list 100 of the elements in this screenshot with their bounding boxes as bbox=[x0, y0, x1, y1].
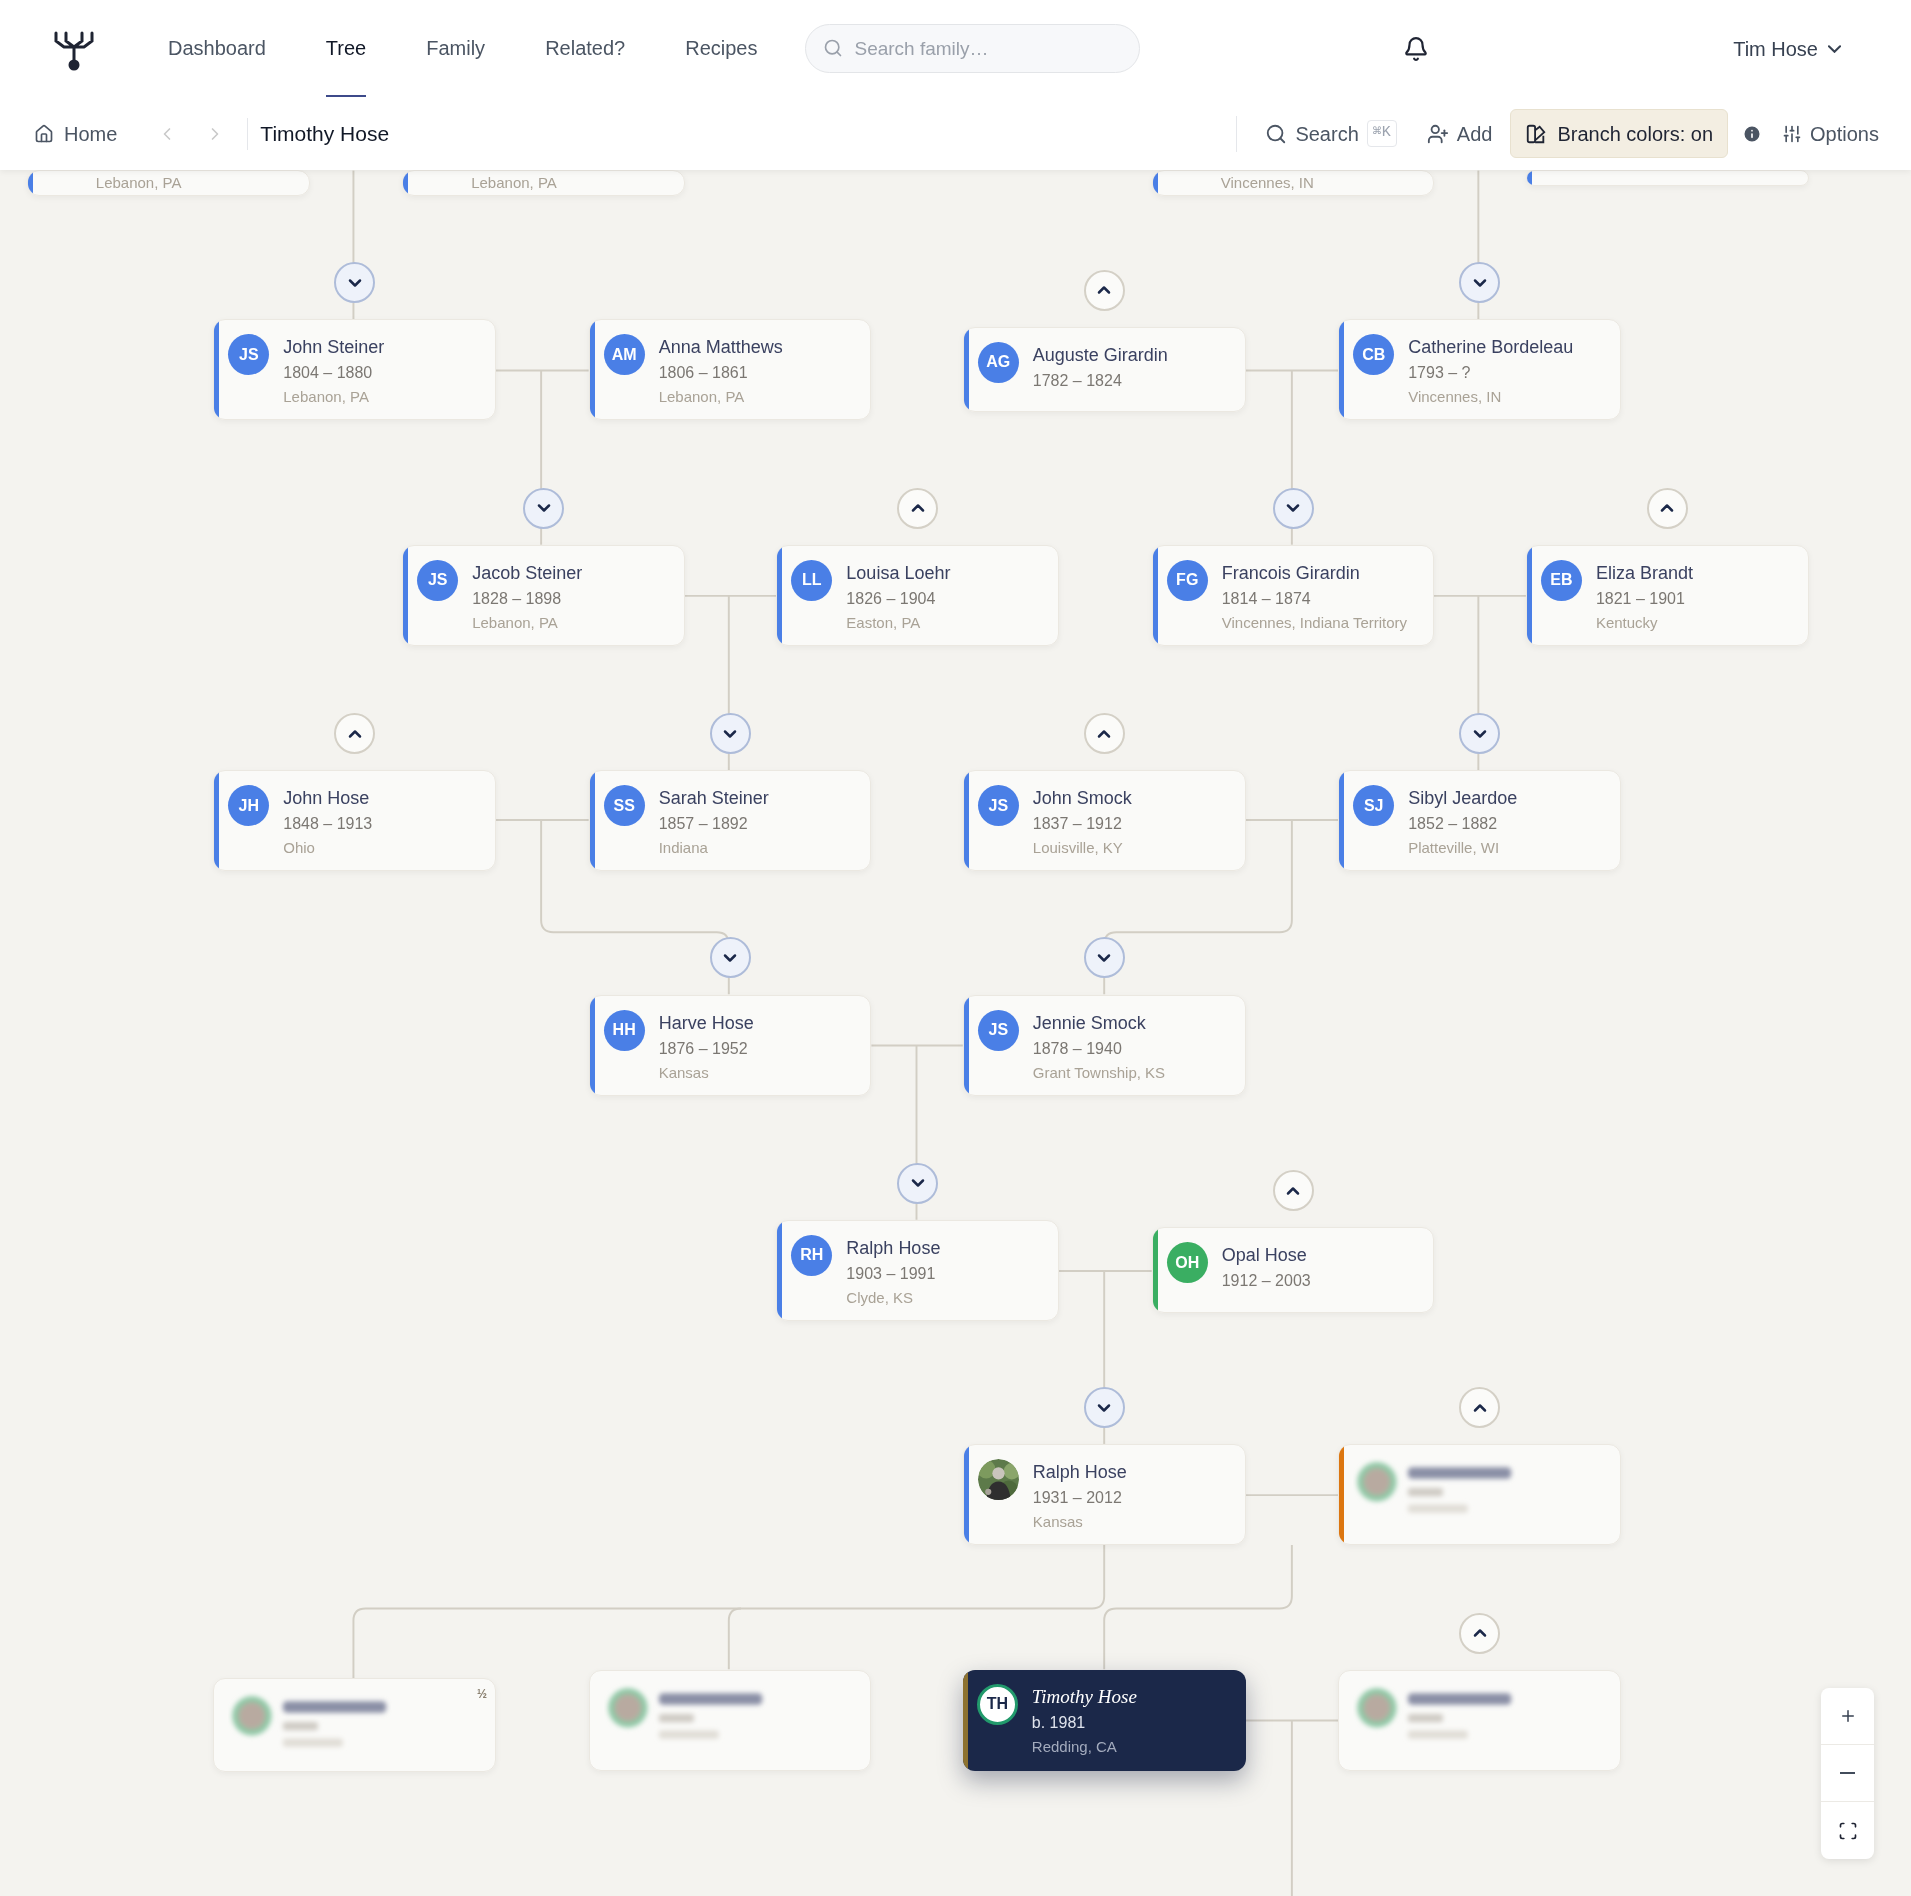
parents-toggle-button[interactable] bbox=[1083, 269, 1125, 311]
person-card[interactable]: HH Harve Hose 1876 – 1952 Kansas bbox=[588, 994, 872, 1096]
avatar: JS bbox=[228, 334, 270, 376]
parents-toggle-button[interactable] bbox=[1083, 1387, 1125, 1429]
avatar: HH bbox=[603, 1009, 645, 1051]
person-name: Sibyl Jeardoe bbox=[1408, 787, 1518, 811]
life-dates: 1826 – 1904 bbox=[846, 588, 937, 609]
person-card[interactable]: CB Catherine Bordeleau 1793 – ? Vincennes, IN bbox=[1338, 319, 1621, 421]
person-card[interactable]: JS John Steiner 1804 – 1880 Lebanon, PA bbox=[213, 319, 497, 421]
life-dates: 1903 – 1991 bbox=[846, 1263, 937, 1284]
person-card[interactable]: RH Ralph Hose 1903 – 1991 Clyde, KS bbox=[776, 1219, 1060, 1322]
user-plus-icon bbox=[1426, 122, 1449, 145]
search-icon bbox=[823, 38, 844, 58]
nav-tab[interactable]: Recipes bbox=[685, 0, 758, 97]
minus-icon bbox=[1840, 1772, 1855, 1774]
life-dates: 1848 – 1913 bbox=[283, 814, 373, 835]
avatar: LL bbox=[791, 559, 833, 601]
search-field[interactable]: Search family… bbox=[805, 24, 1141, 73]
avatar: TH bbox=[976, 1683, 1018, 1725]
birth-place: Louisville, KY bbox=[1032, 838, 1124, 859]
blurred-person-card[interactable] bbox=[1338, 1444, 1621, 1546]
nav-tab[interactable]: Family bbox=[426, 0, 486, 97]
person-name: Auguste Girardin bbox=[1032, 343, 1168, 367]
nav-tab[interactable]: Dashboard bbox=[168, 0, 266, 97]
birth-place: Vincennes, IN bbox=[1220, 173, 1314, 194]
life-dates: 1931 – 2012 bbox=[1032, 1488, 1123, 1509]
birth-place: Vincennes, IN bbox=[1408, 387, 1503, 408]
person-card[interactable]: JS Jacob Steiner 1828 – 1898 Lebanon, PA bbox=[402, 544, 685, 646]
birth-place: Kentucky bbox=[1595, 612, 1659, 633]
person-name: Eliza Brandt bbox=[1595, 561, 1693, 585]
life-dates: 1806 – 1861 bbox=[658, 363, 749, 384]
birth-place: Grant Township, KS bbox=[1032, 1062, 1166, 1083]
life-dates: 1804 – 1880 bbox=[283, 363, 374, 384]
half-relation-label: ½ bbox=[477, 1686, 488, 1704]
parents-toggle-button[interactable] bbox=[1459, 262, 1501, 304]
person-card[interactable]: Ralph Hose 1931 – 2012 Kansas bbox=[962, 1444, 1246, 1546]
person-card[interactable]: FG Francois Girardin 1814 – 1874 Vincennes, Indiana Territory bbox=[1151, 544, 1435, 646]
search-button[interactable]: Search bbox=[1265, 118, 1359, 149]
life-dates: b. 1981 bbox=[1031, 1712, 1087, 1733]
parents-toggle-button[interactable] bbox=[1083, 713, 1125, 755]
birth-place: Easton, PA bbox=[846, 612, 922, 633]
home-link[interactable]: Home bbox=[34, 118, 118, 149]
parents-toggle-button[interactable] bbox=[334, 262, 376, 304]
person-card[interactable]: SJ Sibyl Jeardoe 1852 – 1882 Platteville, WI bbox=[1338, 770, 1621, 872]
avatar: JS bbox=[977, 1009, 1019, 1051]
life-dates: 1878 – 1940 bbox=[1032, 1038, 1123, 1059]
nav-tab[interactable]: Tree bbox=[325, 0, 367, 97]
user-menu[interactable]: Tim Hose bbox=[1733, 33, 1841, 64]
person-card[interactable]: SS Sarah Steiner 1857 – 1892 Indiana bbox=[588, 770, 872, 872]
person-card[interactable]: JS Jennie Smock 1878 – 1940 Grant Township, KS bbox=[962, 994, 1246, 1096]
selected-person-card[interactable]: TH Timothy Hose b. 1981 Redding, CA bbox=[962, 1669, 1246, 1771]
person-card[interactable]: JH John Hose 1848 – 1913 Ohio bbox=[213, 770, 497, 872]
person-card[interactable]: EB Eliza Brandt 1821 – 1901 Kentucky bbox=[1525, 544, 1809, 646]
birth-place: Kansas bbox=[658, 1062, 710, 1083]
parents-toggle-button[interactable] bbox=[1646, 487, 1688, 529]
birth-place: Ohio bbox=[283, 838, 316, 859]
notification-bell-icon[interactable] bbox=[1403, 35, 1430, 62]
life-dates: 1857 – 1892 bbox=[658, 814, 749, 835]
branch-colors-toggle[interactable]: Branch colors: on bbox=[1510, 109, 1729, 158]
parents-toggle-button[interactable] bbox=[709, 937, 751, 979]
person-name: Opal Hose bbox=[1221, 1244, 1308, 1268]
person-name: Timothy Hose bbox=[1031, 1684, 1137, 1709]
birth-place: Lebanon, PA bbox=[658, 387, 746, 408]
avatar: JS bbox=[417, 559, 459, 601]
parents-toggle-button[interactable] bbox=[1272, 487, 1314, 529]
life-dates: 1828 – 1898 bbox=[472, 588, 563, 609]
parents-toggle-button[interactable] bbox=[1083, 937, 1125, 979]
person-name: Catherine Bordeleau bbox=[1408, 336, 1574, 360]
person-name: John Smock bbox=[1032, 787, 1132, 811]
parents-toggle-button[interactable] bbox=[897, 487, 939, 529]
parents-toggle-button[interactable] bbox=[709, 713, 751, 755]
person-card[interactable]: AG Auguste Girardin 1782 – 1824 bbox=[962, 326, 1246, 412]
person-card[interactable]: OH Opal Hose 1912 – 2003 bbox=[1151, 1227, 1435, 1313]
life-dates: 1837 – 1912 bbox=[1032, 814, 1123, 835]
parents-toggle-button[interactable] bbox=[523, 487, 565, 529]
parents-toggle-button[interactable] bbox=[1459, 1612, 1501, 1654]
parents-toggle-button[interactable] bbox=[897, 1162, 939, 1204]
person-name: Anna Matthews bbox=[658, 336, 783, 360]
add-person-button[interactable]: Add bbox=[1426, 118, 1493, 149]
birth-place: Indiana bbox=[658, 838, 709, 859]
blurred-person-card[interactable]: ½ bbox=[213, 1678, 497, 1773]
avatar: CB bbox=[1353, 334, 1395, 376]
person-card[interactable]: LL Louisa Loehr 1826 – 1904 Easton, PA bbox=[776, 544, 1060, 646]
parents-toggle-button[interactable] bbox=[1272, 1170, 1314, 1212]
avatar: AM bbox=[603, 334, 645, 376]
parents-toggle-button[interactable] bbox=[1459, 713, 1501, 755]
person-name: Louisa Loehr bbox=[846, 561, 951, 585]
birth-place: Platteville, WI bbox=[1408, 838, 1501, 859]
parents-toggle-button[interactable] bbox=[334, 713, 376, 755]
parents-toggle-button[interactable] bbox=[1459, 1387, 1501, 1429]
avatar: EB bbox=[1540, 559, 1582, 601]
person-card[interactable]: JS John Smock 1837 – 1912 Louisville, KY bbox=[962, 770, 1246, 872]
avatar: JS bbox=[977, 785, 1019, 827]
avatar: JH bbox=[228, 785, 270, 827]
nav-tab[interactable]: Related? bbox=[545, 0, 626, 97]
avatar: OH bbox=[1166, 1242, 1208, 1284]
person-name: John Steiner bbox=[283, 336, 385, 360]
person-card[interactable]: AM Anna Matthews 1806 – 1861 Lebanon, PA bbox=[588, 319, 872, 421]
options-button[interactable]: Options bbox=[1782, 118, 1879, 149]
info-icon[interactable] bbox=[1742, 123, 1763, 144]
